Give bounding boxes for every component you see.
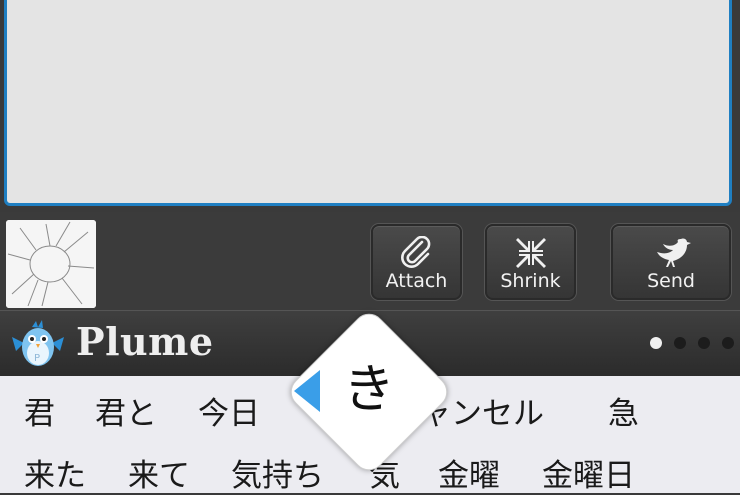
shrink-label: Shrink [500, 270, 561, 292]
pigeon-icon [613, 234, 729, 272]
shrink-arrows-icon [487, 234, 574, 272]
paperclip-icon [373, 234, 460, 272]
candidate-word[interactable]: 気持ち [231, 450, 324, 495]
candidate-word[interactable]: 急 [608, 388, 639, 433]
page-indicator[interactable] [650, 337, 734, 349]
page-dot[interactable] [650, 337, 662, 349]
candidate-word[interactable]: 金曜日 [542, 450, 635, 495]
candidate-word[interactable]: 君 [24, 388, 55, 433]
candidate-word[interactable]: 今日 [198, 388, 260, 433]
plume-bird-logo-icon: P [10, 317, 66, 369]
tweet-compose-field[interactable] [4, 0, 732, 206]
page-dot[interactable] [722, 337, 734, 349]
candidate-word[interactable]: 金曜 [438, 450, 500, 495]
shrink-button[interactable]: Shrink [485, 224, 576, 300]
page-dot[interactable] [698, 337, 710, 349]
app-name: Plume [76, 319, 214, 364]
page-dot[interactable] [674, 337, 686, 349]
flick-left-arrow-icon [294, 370, 320, 412]
send-label: Send [647, 270, 695, 292]
compose-toolbar: Attach Shrink Send [0, 212, 740, 310]
attached-image-thumbnail[interactable] [6, 220, 96, 308]
sketch-image-icon [6, 220, 96, 308]
attach-label: Attach [385, 270, 448, 292]
flick-key-char: き [342, 360, 395, 420]
candidate-word[interactable]: 君と [95, 388, 157, 433]
svg-text:P: P [34, 353, 40, 364]
attach-button[interactable]: Attach [371, 224, 462, 300]
candidate-word[interactable]: 来て [128, 450, 190, 495]
send-button[interactable]: Send [611, 224, 731, 300]
candidate-word[interactable]: 来た [24, 450, 86, 495]
